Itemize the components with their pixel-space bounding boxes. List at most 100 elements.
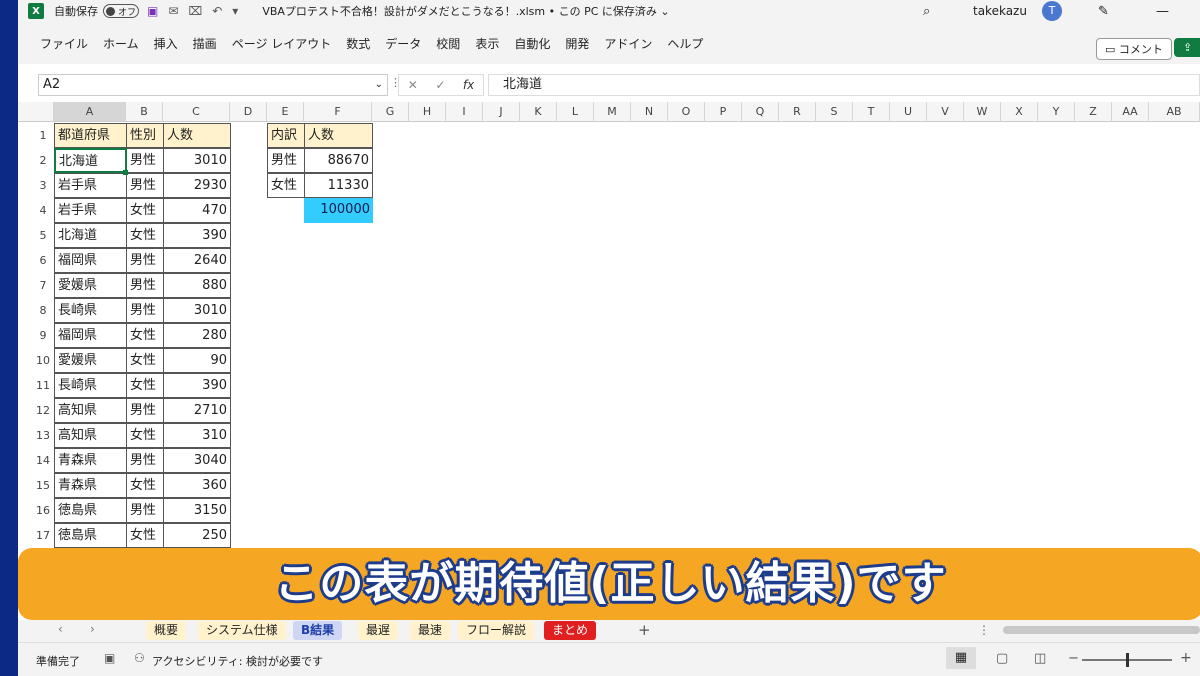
table-cell[interactable]: 880 <box>163 273 231 298</box>
ribbon-tab[interactable]: 開発 <box>565 35 589 52</box>
table-cell[interactable]: 250 <box>163 523 231 548</box>
ribbon-tab[interactable]: 挿入 <box>154 35 178 52</box>
column-header[interactable]: X <box>1001 102 1038 122</box>
table-cell[interactable]: 女性 <box>126 373 164 398</box>
row-header[interactable]: 2 <box>32 148 54 173</box>
table-cell[interactable]: 女性 <box>126 198 164 223</box>
column-header[interactable]: E <box>267 102 304 122</box>
row-header[interactable]: 17 <box>32 523 54 548</box>
table-header-count[interactable]: 人数 <box>163 123 231 148</box>
ribbon-tab[interactable]: ファイル <box>40 35 88 52</box>
column-header[interactable]: S <box>816 102 853 122</box>
column-header[interactable]: T <box>853 102 890 122</box>
table-cell[interactable]: 男性 <box>126 148 164 173</box>
name-box[interactable]: A2 ⌄ <box>38 74 388 96</box>
ribbon-tab[interactable]: 表示 <box>475 35 499 52</box>
name-box-dropdown-icon[interactable]: ⌄ <box>375 75 383 95</box>
document-title[interactable]: VBAプロテスト不合格！設計がダメだとこうなる！.xlsm • この PC に保… <box>262 3 669 19</box>
summary-cell[interactable]: 88670 <box>304 148 373 173</box>
row-header[interactable]: 3 <box>32 173 54 198</box>
table-cell[interactable]: 女性 <box>126 323 164 348</box>
table-cell[interactable]: 女性 <box>126 473 164 498</box>
column-header[interactable]: P <box>705 102 742 122</box>
table-cell[interactable]: 2710 <box>163 398 231 423</box>
ribbon-tab[interactable]: アドイン <box>604 35 652 52</box>
ribbon-tab[interactable]: 数式 <box>346 35 370 52</box>
summary-cell[interactable]: 女性 <box>267 173 305 198</box>
table-header-prefecture[interactable]: 都道府県 <box>54 123 127 148</box>
select-all-corner[interactable] <box>18 102 54 122</box>
active-cell[interactable]: 北海道 <box>54 148 127 173</box>
mail-icon[interactable]: ✉ <box>168 4 178 18</box>
row-header[interactable]: 9 <box>32 323 54 348</box>
ribbon-tab[interactable]: 自動化 <box>514 35 550 52</box>
column-header[interactable]: C <box>163 102 230 122</box>
zoom-slider-thumb[interactable] <box>1126 653 1129 667</box>
zoom-in-icon[interactable]: + <box>1180 650 1192 666</box>
table-cell[interactable]: 岩手県 <box>54 173 127 198</box>
zoom-out-icon[interactable]: − <box>1068 651 1079 666</box>
page-layout-view-icon[interactable]: ▢ <box>996 651 1008 666</box>
horizontal-scrollbar[interactable] <box>1003 626 1200 634</box>
normal-view-icon[interactable]: ▦ <box>946 647 976 669</box>
page-break-view-icon[interactable]: ◫ <box>1034 651 1046 666</box>
column-header[interactable]: B <box>126 102 163 122</box>
table-cell[interactable]: 女性 <box>126 348 164 373</box>
table-cell[interactable]: 女性 <box>126 223 164 248</box>
table-cell[interactable]: 愛媛県 <box>54 273 127 298</box>
table-cell[interactable]: 長崎県 <box>54 298 127 323</box>
table-cell[interactable]: 390 <box>163 373 231 398</box>
table-cell[interactable]: 徳島県 <box>54 498 127 523</box>
table-cell[interactable]: 女性 <box>126 423 164 448</box>
row-header[interactable]: 11 <box>32 373 54 398</box>
column-header[interactable]: I <box>446 102 483 122</box>
row-header[interactable]: 16 <box>32 498 54 523</box>
sheet-tab[interactable]: フロー解説 <box>458 621 535 640</box>
table-cell[interactable]: 男性 <box>126 173 164 198</box>
column-header[interactable]: U <box>890 102 927 122</box>
table-cell[interactable]: 310 <box>163 423 231 448</box>
table-cell[interactable]: 男性 <box>126 298 164 323</box>
sheet-tab[interactable]: 最速 <box>410 621 451 640</box>
table-cell[interactable]: 2640 <box>163 248 231 273</box>
customize-toolbar-icon[interactable]: ▾ <box>232 4 238 18</box>
ribbon-tab[interactable]: データ <box>385 35 421 52</box>
column-header[interactable]: O <box>668 102 705 122</box>
row-header[interactable]: 6 <box>32 248 54 273</box>
table-cell[interactable]: 岩手県 <box>54 198 127 223</box>
fill-handle[interactable] <box>123 170 128 175</box>
summary-header-count[interactable]: 人数 <box>304 123 373 148</box>
table-cell[interactable]: 福岡県 <box>54 323 127 348</box>
clear-format-icon[interactable]: ⌧ <box>188 4 202 18</box>
column-header[interactable]: Y <box>1038 102 1075 122</box>
pen-icon[interactable]: ✎ <box>1098 4 1109 19</box>
enter-icon[interactable]: ✓ <box>435 78 445 92</box>
comment-button[interactable]: ▭ コメント <box>1096 38 1172 60</box>
table-cell[interactable]: 男性 <box>126 273 164 298</box>
table-cell[interactable]: 男性 <box>126 398 164 423</box>
column-header[interactable]: AB <box>1149 102 1200 122</box>
summary-cell[interactable]: 11330 <box>304 173 373 198</box>
cancel-icon[interactable]: ✕ <box>408 78 418 92</box>
table-cell[interactable]: 360 <box>163 473 231 498</box>
table-cell[interactable]: 北海道 <box>54 223 127 248</box>
share-button[interactable]: ⇪ <box>1174 38 1200 57</box>
table-cell[interactable]: 男性 <box>126 498 164 523</box>
column-header[interactable]: G <box>372 102 409 122</box>
row-header[interactable]: 8 <box>32 298 54 323</box>
column-header[interactable]: H <box>409 102 446 122</box>
table-cell[interactable]: 福岡県 <box>54 248 127 273</box>
minimize-icon[interactable]: — <box>1156 4 1169 19</box>
table-cell[interactable]: 高知県 <box>54 398 127 423</box>
sheet-tab[interactable]: 概要 <box>146 621 187 640</box>
macro-record-icon[interactable]: ▣ <box>104 651 115 665</box>
row-header[interactable]: 15 <box>32 473 54 498</box>
ribbon-tab[interactable]: ページ レイアウト <box>232 35 332 52</box>
table-cell[interactable]: 徳島県 <box>54 523 127 548</box>
column-header[interactable]: D <box>230 102 267 122</box>
table-cell[interactable]: 女性 <box>126 523 164 548</box>
column-header[interactable]: V <box>927 102 964 122</box>
undo-icon[interactable]: ↶ <box>212 4 222 18</box>
table-cell[interactable]: 3150 <box>163 498 231 523</box>
column-header[interactable]: W <box>964 102 1001 122</box>
